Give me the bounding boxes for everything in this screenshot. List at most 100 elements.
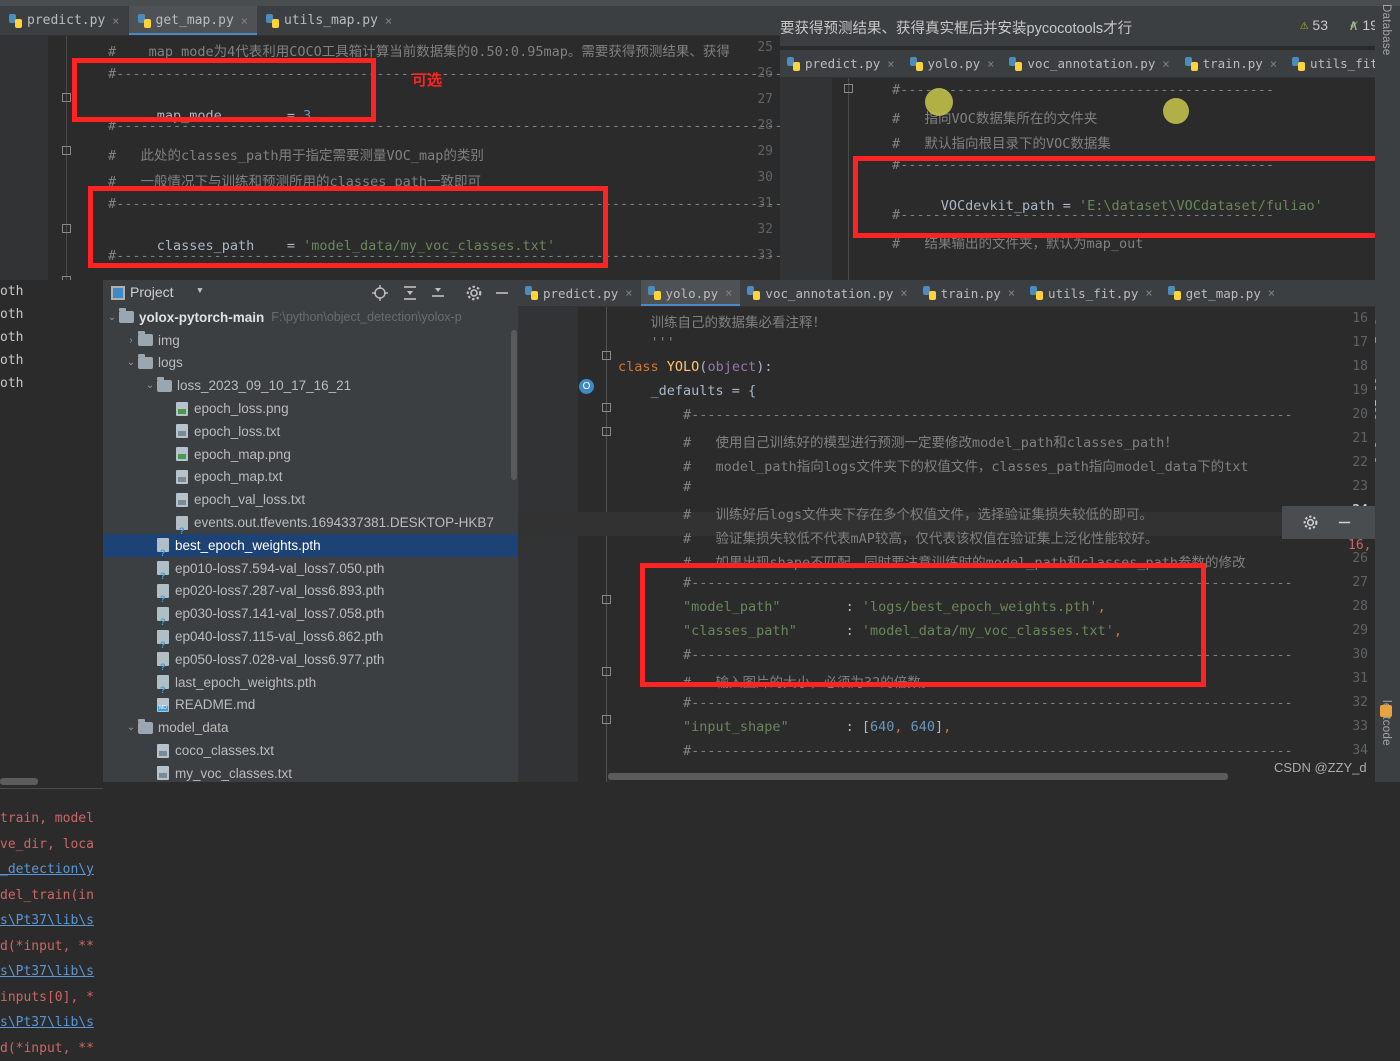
previous-problem-icon[interactable]: ∧ [1349, 16, 1358, 34]
minimize-icon[interactable] [493, 284, 511, 302]
fold-marker[interactable] [602, 595, 611, 604]
chevron-down-icon[interactable]: ⌄ [105, 312, 119, 323]
tree-row-item[interactable]: ⌄model_data [103, 716, 518, 739]
tree-row-label: loss_2023_09_10_17_16_21 [177, 378, 351, 393]
close-icon[interactable]: × [112, 14, 119, 28]
settings-gear-icon[interactable] [465, 284, 483, 302]
main-editor-tabstrip[interactable]: predict.py × yolo.py × voc_annotation.py… [518, 280, 1375, 307]
fold-marker[interactable] [602, 667, 611, 676]
fold-marker[interactable] [844, 84, 853, 93]
main-editor-horizontal-scrollbar[interactable] [608, 773, 1228, 780]
chevron-icon[interactable]: ⌄ [124, 722, 138, 733]
tree-row-item[interactable]: my_voc_classes.txt [103, 762, 518, 782]
tree-row-label: epoch_map.txt [194, 469, 283, 484]
fold-marker[interactable] [602, 427, 611, 436]
chevron-icon[interactable]: ⌄ [124, 357, 138, 368]
top-right-editor-tabstrip[interactable]: predict.py × yolo.py × voc_annotation.py… [780, 50, 1400, 78]
tree-row-item[interactable]: ep040-loss7.115-val_loss6.862.pth [103, 625, 518, 648]
tree-row-item[interactable]: ep030-loss7.141-val_loss7.058.pth [103, 602, 518, 625]
tree-row-item[interactable]: last_epoch_weights.pth [103, 671, 518, 694]
tree-row-item[interactable]: coco_classes.txt [103, 739, 518, 762]
editor-float-toolbar[interactable] [1282, 506, 1375, 539]
fold-marker[interactable] [602, 715, 611, 724]
expand-all-icon[interactable] [401, 284, 419, 302]
chevron-down-icon[interactable]: ▾ [196, 283, 204, 298]
tab-train-py[interactable]: train.py × [916, 280, 1023, 306]
warning-counter[interactable]: ⚠ 53 [1300, 17, 1328, 33]
close-icon[interactable]: × [625, 286, 632, 300]
top-right-code-area[interactable]: 67 68 69 70 71 72 73 #------------------… [780, 78, 1400, 280]
tree-row-label: ep040-loss7.115-val_loss6.862.pth [175, 629, 383, 644]
tab-predict-py[interactable]: predict.py × [780, 50, 903, 77]
minimize-icon[interactable] [1336, 514, 1353, 531]
tree-row-item[interactable]: ep010-loss7.594-val_loss7.050.pth [103, 557, 518, 580]
tree-row-item[interactable]: epoch_loss.txt [103, 420, 518, 443]
tab-utils-map-py[interactable]: utils_map.py × [257, 6, 401, 35]
locate-target-icon[interactable] [371, 284, 389, 302]
tree-row-item[interactable]: ep020-loss7.287-val_loss6.893.pth [103, 580, 518, 603]
console-output-panel[interactable]: oth oth oth oth oth train, model ve_dir,… [0, 280, 103, 782]
tab-voc-annotation-py[interactable]: voc_annotation.py × [740, 280, 915, 306]
fold-marker[interactable] [62, 146, 71, 155]
code-line: # 指向VOC数据集所在的文件夹 [892, 107, 1097, 127]
run-class-gutter-icon[interactable]: O [579, 379, 594, 394]
close-icon[interactable]: × [887, 57, 894, 71]
tab-get-map-py[interactable]: get_map.py × [1161, 280, 1284, 306]
close-icon[interactable]: × [1270, 57, 1277, 71]
tree-row-item[interactable]: ⌄ loss_2023_09_10_17_16_21 [103, 374, 518, 397]
close-icon[interactable]: × [900, 286, 907, 300]
tab-yolo-py[interactable]: yolo.py × [641, 280, 741, 306]
tree-row-label: ep010-loss7.594-val_loss7.050.pth [175, 561, 384, 576]
project-tree[interactable]: ⌄ yolox-pytorch-main F:\python\object_de… [103, 306, 518, 782]
top-editor-code-area[interactable]: 25 26 27 28 29 30 31 32 33 # map_mode为4代… [0, 36, 780, 280]
fold-marker[interactable] [602, 351, 611, 360]
tab-yolo-py[interactable]: yolo.py × [903, 50, 1003, 77]
project-tree-vertical-scrollbar[interactable] [511, 330, 517, 480]
unknown-file-icon [157, 675, 169, 689]
fold-marker[interactable] [62, 224, 71, 233]
tree-row-label: ep020-loss7.287-val_loss6.893.pth [175, 583, 384, 598]
tree-row-item[interactable]: epoch_map.txt [103, 466, 518, 489]
code-line: "model_path" : 'logs/best_epoch_weights.… [618, 599, 1106, 615]
fold-marker[interactable] [602, 403, 611, 412]
warning-count: 53 [1312, 17, 1328, 33]
tab-utils-fit-py[interactable]: utils_fit.py × [1023, 280, 1161, 306]
tree-row-item[interactable]: ⌄logs [103, 352, 518, 375]
close-icon[interactable]: × [1268, 286, 1275, 300]
fold-marker[interactable] [62, 93, 71, 102]
tree-row-item[interactable]: epoch_loss.png [103, 397, 518, 420]
project-panel-header: Project ▾ [103, 280, 518, 306]
tree-row-item[interactable]: events.out.tfevents.1694337381.DESKTOP-H… [103, 511, 518, 534]
close-icon[interactable]: × [1145, 286, 1152, 300]
database-tool-tab[interactable]: Database [1380, 4, 1392, 56]
tab-voc-annotation-py[interactable]: voc_annotation.py × [1002, 50, 1177, 77]
tree-row-item[interactable]: epoch_val_loss.txt [103, 488, 518, 511]
collapse-all-icon[interactable] [429, 284, 447, 302]
unknown-file-icon [157, 561, 169, 575]
chevron-icon[interactable]: ⌄ [143, 380, 157, 391]
chevron-icon[interactable]: › [124, 335, 138, 346]
tree-row-item[interactable]: ep050-loss7.028-val_loss6.977.pth [103, 648, 518, 671]
main-editor-code-area[interactable]: 16171819202122232425262728293031323334 训… [518, 307, 1375, 782]
close-icon[interactable]: × [1008, 286, 1015, 300]
tree-row-root[interactable]: ⌄ yolox-pytorch-main F:\python\object_de… [103, 306, 518, 329]
tab-predict-py[interactable]: predict.py × [0, 6, 129, 35]
close-icon[interactable]: × [385, 14, 392, 28]
close-icon[interactable]: × [1162, 57, 1169, 71]
tab-train-py[interactable]: train.py × [1178, 50, 1285, 77]
top-editor-tabstrip[interactable]: predict.py × get_map.py × utils_map.py × [0, 6, 780, 36]
tree-row-item[interactable]: epoch_map.png [103, 443, 518, 466]
close-icon[interactable]: × [987, 57, 994, 71]
tree-row-item[interactable]: best_epoch_weights.pth [103, 534, 518, 557]
close-icon[interactable]: × [725, 286, 732, 300]
tree-row-container[interactable]: ›img⌄logs⌄loss_2023_09_10_17_16_21epoch_… [103, 329, 518, 782]
tab-predict-py[interactable]: predict.py × [518, 280, 641, 306]
settings-gear-icon[interactable] [1302, 514, 1319, 531]
tree-row-label: epoch_val_loss.txt [194, 492, 305, 507]
tree-row-item[interactable]: ›img [103, 329, 518, 352]
folder-icon [138, 334, 153, 346]
console-line: oth [0, 349, 103, 372]
tree-row-item[interactable]: README.md [103, 694, 518, 717]
close-icon[interactable]: × [241, 14, 248, 28]
tab-get-map-py[interactable]: get_map.py × [129, 6, 258, 35]
